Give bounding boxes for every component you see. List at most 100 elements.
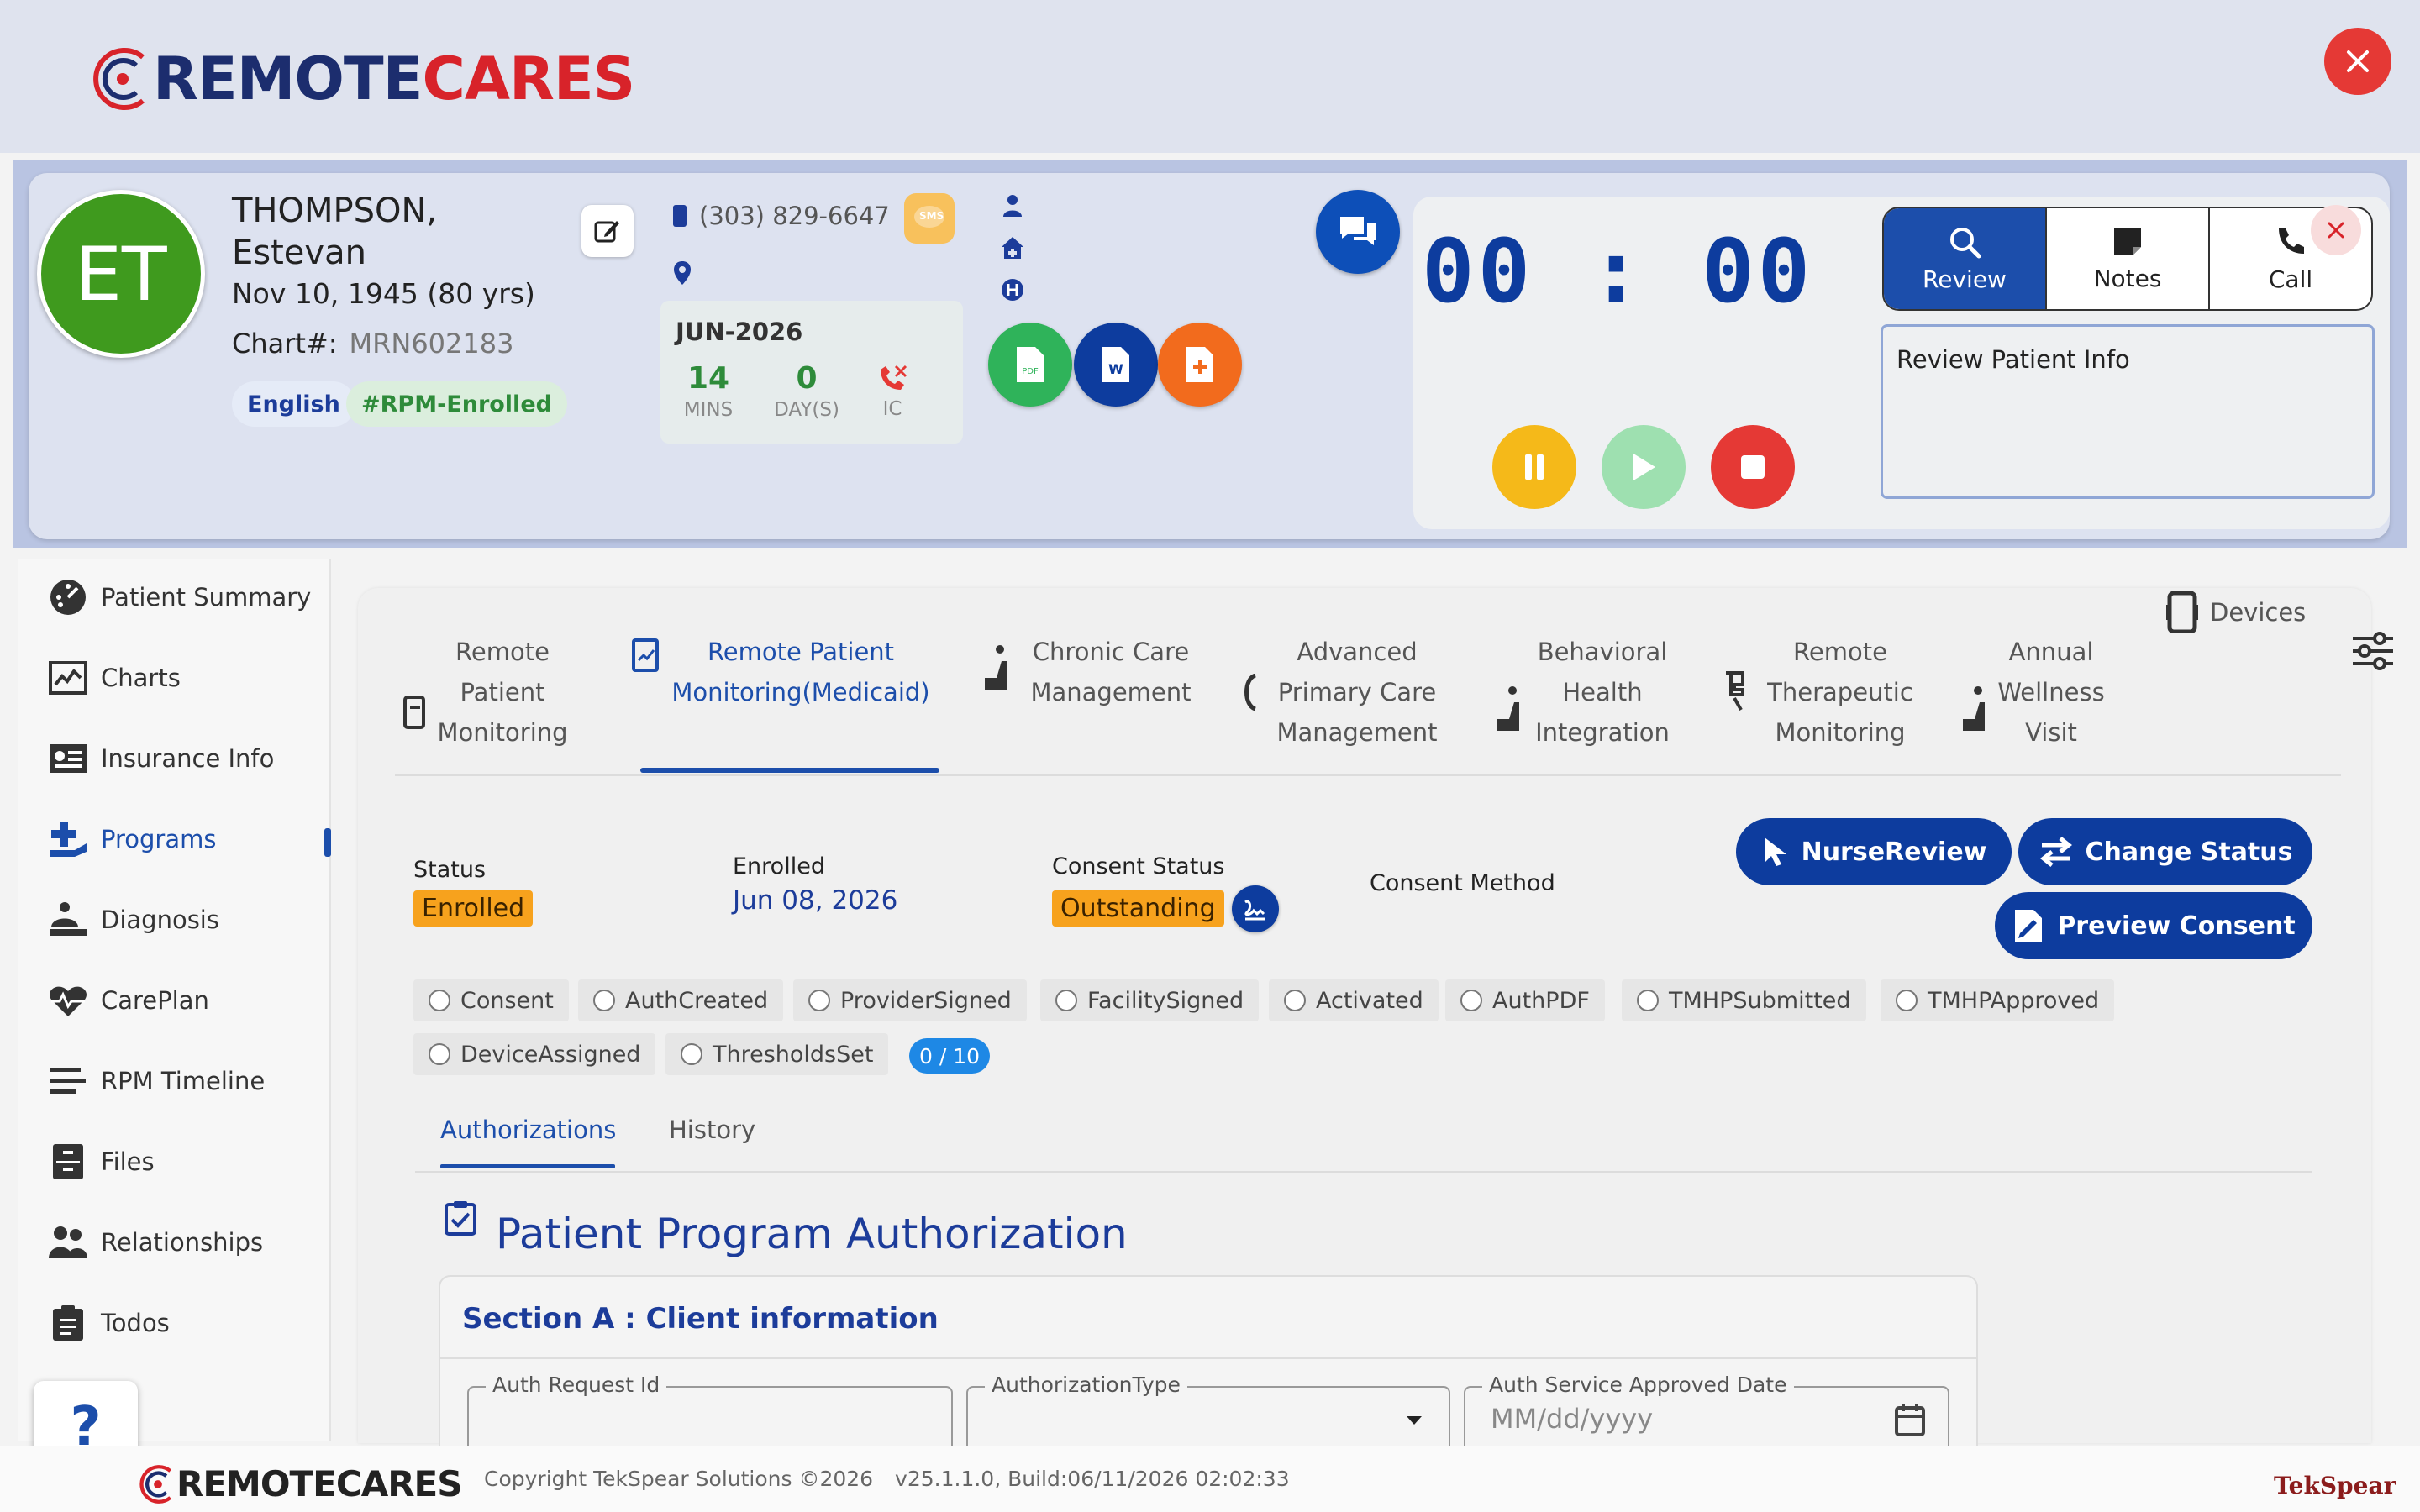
sidebar-item-rpm-timeline[interactable]: RPM Timeline — [47, 1060, 265, 1102]
checklist-label: TMHPSubmitted — [1669, 987, 1851, 1014]
sidebar-item-files[interactable]: Files — [47, 1141, 155, 1183]
settings-button[interactable] — [2351, 632, 2395, 670]
close-call-button[interactable] — [2311, 205, 2361, 255]
sidebar-item-programs[interactable]: Programs — [47, 818, 216, 860]
preview-consent-button[interactable]: Preview Consent — [1995, 892, 2312, 959]
checklist-item[interactable]: TMHPSubmitted — [1622, 979, 1866, 1021]
checklist-label: AuthCreated — [625, 987, 769, 1014]
program-icon — [1963, 686, 1985, 731]
phone-row[interactable]: (303) 829-6647 — [672, 202, 890, 230]
sign-consent-button[interactable] — [1232, 885, 1279, 932]
sidebar-item-todos[interactable]: Todos — [47, 1302, 170, 1344]
consent-status-badge: Outstanding — [1052, 890, 1224, 927]
tab-review[interactable]: Review — [1884, 208, 2047, 309]
sidebar-item-relationships[interactable]: Relationships — [47, 1221, 263, 1263]
export-word-button[interactable]: W — [1074, 323, 1158, 407]
medical-program-icon — [50, 822, 87, 857]
calendar-icon[interactable] — [1894, 1403, 1926, 1436]
timeline-icon — [50, 1068, 86, 1094]
tab-chronic-care-management[interactable]: Chronic Care Management — [983, 632, 1203, 712]
people-icon — [49, 1226, 87, 1258]
checklist-item[interactable]: DeviceAssigned — [413, 1033, 656, 1075]
program-icon — [1244, 674, 1257, 711]
sidebar-item-patient-summary[interactable]: Patient Summary — [47, 576, 311, 618]
sidebar-item-insurance-info[interactable]: Insurance Info — [47, 738, 274, 780]
checkbox[interactable] — [1284, 990, 1306, 1011]
tab-notes[interactable]: Notes — [2047, 208, 2210, 309]
pause-button[interactable] — [1492, 425, 1576, 509]
field-label: Auth Request Id — [486, 1373, 667, 1397]
add-document-button[interactable] — [1158, 323, 1242, 407]
file-cabinet-icon — [53, 1144, 83, 1179]
app-logo: REMOTE CARES — [92, 42, 635, 116]
month-label: JUN-2026 — [676, 318, 803, 346]
checkbox[interactable] — [429, 990, 450, 1011]
checkbox[interactable] — [1055, 990, 1077, 1011]
checklist-label: Consent — [460, 987, 554, 1014]
review-notes-textarea[interactable]: Review Patient Info — [1881, 324, 2375, 499]
sidebar-item-careplan[interactable]: CarePlan — [47, 979, 209, 1021]
logo-signal-icon — [139, 1465, 172, 1504]
authorization-type-select[interactable]: AuthorizationType — [966, 1373, 1450, 1453]
tab-remote-patient-monitoring[interactable]: Remote Patient Monitoring — [403, 632, 570, 753]
checkbox[interactable] — [593, 990, 615, 1011]
checkbox[interactable] — [681, 1043, 702, 1065]
tab-label: Annual Wellness Visit — [1997, 638, 2105, 747]
sidebar-item-charts[interactable]: Charts — [47, 657, 181, 699]
tab-notes-label: Notes — [2093, 264, 2162, 292]
edit-patient-button[interactable] — [581, 205, 634, 257]
phone-number: (303) 829-6647 — [699, 202, 890, 230]
program-icon — [1726, 671, 1744, 711]
tab-advanced-primary-care-management[interactable]: Advanced Primary Care Management — [1240, 632, 1445, 753]
sidebar-item-diagnosis[interactable]: Diagnosis — [47, 899, 219, 941]
language-chip: English — [232, 381, 355, 427]
contact-icons — [1000, 193, 1025, 302]
tab-remote-therapeutic-monitoring[interactable]: Remote Therapeutic Monitoring — [1724, 632, 1924, 753]
checklist-item[interactable]: ProviderSigned — [793, 979, 1027, 1021]
checklist-icon — [444, 1200, 477, 1236]
checklist-label: Activated — [1316, 987, 1423, 1014]
play-button[interactable] — [1602, 425, 1686, 509]
sms-button[interactable]: SMS — [904, 193, 955, 244]
tab-remote-patient-monitoring-medicaid[interactable]: Remote Patient Monitoring(Medicaid) — [632, 632, 931, 712]
sms-label: SMS — [919, 210, 944, 222]
tab-annual-wellness-visit[interactable]: Annual Wellness Visit — [1961, 632, 2106, 753]
nurse-review-button[interactable]: NurseReview — [1736, 818, 2012, 885]
close-button[interactable] — [2324, 28, 2391, 95]
ic-stat: IC — [867, 361, 918, 420]
play-icon — [1634, 454, 1655, 480]
stop-icon — [1741, 455, 1765, 479]
auth-approved-date-field[interactable]: Auth Service Approved Date MM/dd/yyyy — [1464, 1373, 1949, 1453]
sidebar-item-label: Insurance Info — [101, 744, 275, 773]
checklist-item[interactable]: AuthCreated — [578, 979, 784, 1021]
checklist-item[interactable]: FacilitySigned — [1040, 979, 1260, 1021]
checklist-item[interactable]: TMHPApproved — [1881, 979, 2115, 1021]
checkbox[interactable] — [808, 990, 830, 1011]
days-value: 0 — [796, 361, 818, 396]
checklist-item[interactable]: Activated — [1269, 979, 1439, 1021]
auth-request-id-field[interactable]: Auth Request Id — [467, 1373, 953, 1453]
checkbox[interactable] — [429, 1043, 450, 1065]
hospital-icon — [1002, 279, 1023, 301]
tab-history[interactable]: History — [669, 1116, 755, 1144]
checklist-item[interactable]: ThresholdsSet — [666, 1033, 889, 1075]
tab-devices[interactable]: Devices — [2165, 591, 2306, 633]
subtab-indicator — [440, 1164, 615, 1168]
tab-label: Remote Patient Monitoring(Medicaid) — [671, 638, 930, 706]
stop-button[interactable] — [1711, 425, 1795, 509]
change-status-button[interactable]: Change Status — [2018, 818, 2312, 885]
checkbox[interactable] — [1460, 990, 1482, 1011]
tab-behavioral-health-integration[interactable]: Behavioral Health Integration — [1496, 632, 1674, 753]
export-pdf-button[interactable]: PDF — [988, 323, 1072, 407]
checklist-label: DeviceAssigned — [460, 1041, 641, 1068]
close-icon — [2328, 222, 2344, 239]
chat-button[interactable] — [1316, 190, 1400, 274]
tab-authorizations[interactable]: Authorizations — [440, 1116, 616, 1144]
checklist-item[interactable]: Consent — [413, 979, 569, 1021]
consent-status-label: Consent Status — [1052, 853, 1225, 879]
checkbox[interactable] — [1637, 990, 1659, 1011]
checklist-item[interactable]: AuthPDF — [1445, 979, 1605, 1021]
word-icon: W — [1102, 347, 1129, 382]
field-label: AuthorizationType — [985, 1373, 1187, 1397]
checkbox[interactable] — [1896, 990, 1918, 1011]
